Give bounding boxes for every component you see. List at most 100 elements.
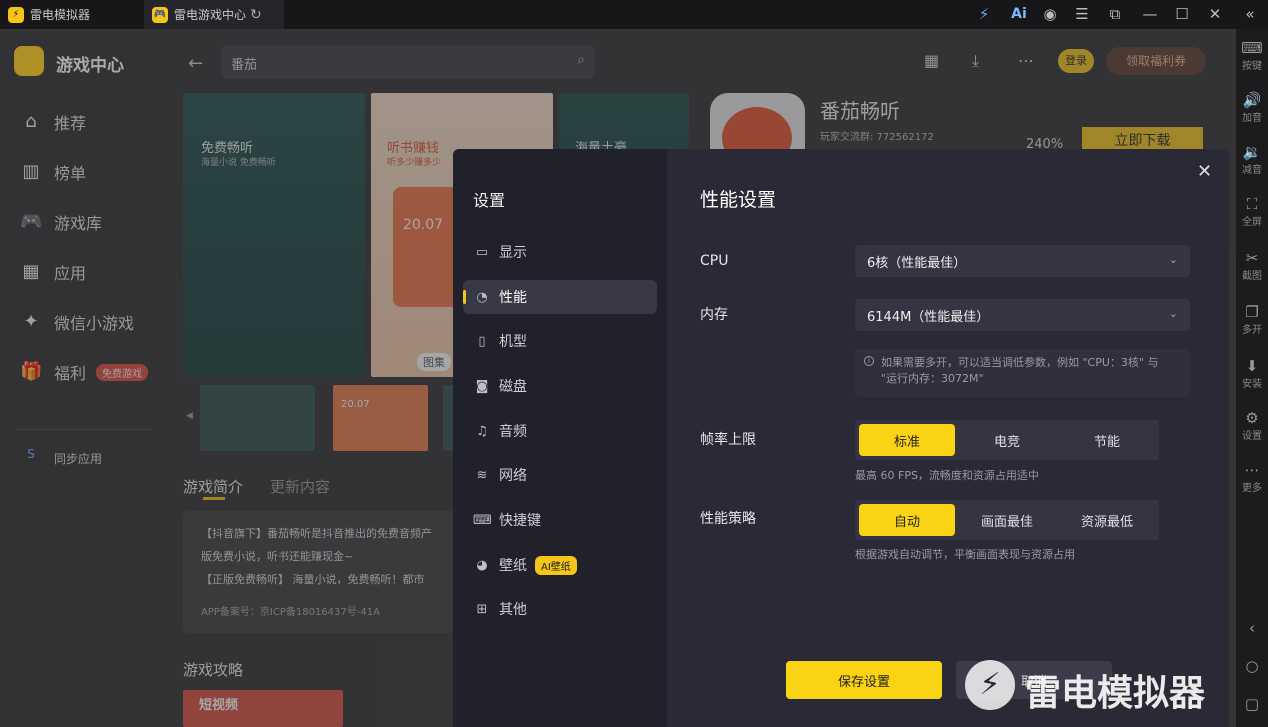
save-settings-button[interactable]: 保存设置 [786, 661, 942, 699]
ranking-icon: ▥ [22, 161, 40, 182]
sync-apps-link[interactable]: S 同步应用 [20, 447, 102, 469]
monitor-icon: ▭ [475, 244, 489, 260]
thumbnail-1[interactable] [200, 385, 315, 451]
settings-menu-shortcuts[interactable]: ⌨ 快捷键 [463, 503, 657, 537]
minimize-icon[interactable]: — [1140, 4, 1160, 24]
settings-menu-wallpaper[interactable]: ◕ 壁纸 AI壁纸 [463, 548, 657, 582]
settings-menu-display[interactable]: ▭ 显示 [463, 235, 657, 269]
toolbar-settings-button[interactable]: ⚙ 设置 [1236, 409, 1268, 442]
settings-title: 设置 [473, 191, 506, 210]
tab-game-center[interactable]: 🎮 雷电游戏中心 ↻ [144, 0, 284, 29]
strategy-video-card[interactable]: 短视频 [183, 690, 343, 727]
nav-item-recommend[interactable]: ⌂ 推荐 [20, 110, 86, 134]
download-icon[interactable]: ⤓ [972, 51, 979, 71]
calendar-icon[interactable]: ▦ [924, 51, 939, 70]
strategy-segmented-control: 自动 画面最佳 资源最低 [855, 500, 1159, 540]
disk-icon: ◙ [475, 378, 489, 394]
back-arrow-icon[interactable]: ← [188, 53, 203, 74]
strategy-label: 性能策略 [700, 511, 756, 527]
settings-menu-other[interactable]: ⊞ 其他 [463, 592, 657, 626]
strategy-option-auto[interactable]: 自动 [859, 504, 955, 536]
game-center-logo-icon: 🎮 [152, 6, 168, 23]
palette-icon: ◕ [476, 557, 488, 573]
strategy-option-best-graphics[interactable]: 画面最佳 [959, 504, 1055, 536]
emulator-toolbar: ⌨ 按键 🔊 加音 🔉 减音 ⛶ 全屏 ✂ 截图 ❐ 多开 ⬇ 安装 ⚙ 设置 ⋯ 更多 ‹ ○ … [1236, 29, 1268, 727]
tab-label: 雷电模拟器 [30, 8, 91, 22]
thumbnail-2[interactable]: 20.07 [333, 385, 428, 451]
hot-badge: 免费游戏 [96, 363, 149, 381]
close-window-icon[interactable]: ✕ [1205, 4, 1225, 24]
gift-icon: 🎁 [20, 361, 43, 382]
volume-down-icon: 🔉 [1242, 143, 1262, 161]
window-titlebar: ⚡ 雷电模拟器 🎮 雷电游戏中心 ↻ ⚡ Ai ◉ ☰ ⧉ — ☐ ✕ « [0, 0, 1268, 29]
settings-sidebar: 设置 ▭ 显示 ◔ 性能 ▯ 机型 ◙ 磁盘 ♫ 音频 ≋ 网络 ⌨ 快捷键 ◕ 壁纸 AI壁纸 … [453, 149, 667, 727]
nav-item-game-library[interactable]: 🎮 游戏库 [20, 210, 102, 234]
login-button[interactable]: 登录 [1058, 49, 1094, 73]
settings-dialog: 设置 ▭ 显示 ◔ 性能 ▯ 机型 ◙ 磁盘 ♫ 音频 ≋ 网络 ⌨ 快捷键 ◕ 壁纸 AI壁纸 … [453, 149, 1229, 727]
player-group: 玩家交流群: 772562172 [820, 132, 934, 143]
menu-icon[interactable]: ☰ [1072, 4, 1092, 24]
ai-icon[interactable]: Ai [1006, 4, 1032, 24]
download-button[interactable]: 立即下载 [1082, 127, 1203, 151]
nav-item-apps[interactable]: ▦ 应用 [20, 260, 86, 284]
tab-label: 雷电游戏中心 [174, 8, 247, 22]
settings-menu-network[interactable]: ≋ 网络 [463, 458, 657, 492]
multi-window-icon: ❐ [1245, 303, 1259, 321]
nav-item-ranking[interactable]: ▥ 榜单 [20, 160, 86, 184]
fps-option-standard[interactable]: 标准 [859, 424, 955, 456]
fullscreen-icon: ⛶ [1246, 195, 1258, 213]
toolbar-keymap-button[interactable]: ⌨ 按键 [1236, 39, 1268, 72]
info-icon: i [864, 356, 874, 366]
screenshot-card-1[interactable]: 免费畅听 海量小说 免费畅听 [183, 93, 365, 377]
settings-menu-disk[interactable]: ◙ 磁盘 [463, 369, 657, 403]
refresh-icon[interactable]: ↻ [250, 7, 262, 23]
toolbar-install-button[interactable]: ⬇ 安装 [1236, 357, 1268, 390]
tab-updates[interactable]: 更新内容 [270, 476, 330, 497]
restore-icon[interactable]: ⧉ [1105, 4, 1125, 24]
apps-grid-icon: ▦ [22, 261, 40, 282]
welfare-coupon-button[interactable]: 领取福利券 [1106, 47, 1206, 75]
back-icon[interactable]: ‹ [1236, 619, 1268, 637]
gallery-label[interactable]: 图集 [417, 353, 451, 371]
fps-option-esports[interactable]: 电竞 [959, 424, 1055, 456]
more-options-icon[interactable]: ⋯ [1018, 51, 1034, 70]
gear-icon: ⚙ [1245, 409, 1259, 427]
scissors-icon: ✂ [1245, 249, 1259, 267]
recent-apps-icon[interactable]: ▢ [1236, 695, 1268, 713]
toolbar-screenshot-button[interactable]: ✂ 截图 [1236, 249, 1268, 282]
search-input[interactable]: 番茄 ⌕ [221, 45, 595, 79]
tab-intro[interactable]: 游戏简介 [183, 476, 243, 497]
toolbar-multi-instance-button[interactable]: ❐ 多开 [1236, 303, 1268, 336]
thumbs-prev-icon[interactable]: ◀ [186, 411, 193, 421]
toolbar-volume-down-button[interactable]: 🔉 减音 [1236, 143, 1268, 176]
settings-menu-performance[interactable]: ◔ 性能 [463, 280, 657, 314]
home-icon[interactable]: ○ [1236, 657, 1268, 675]
watermark-logo-icon: ⚡ [965, 660, 1015, 710]
cpu-select[interactable]: 6核（性能最佳） ⌄ [855, 245, 1190, 277]
maximize-icon[interactable]: ☐ [1172, 4, 1192, 24]
tab-indicator [203, 497, 225, 500]
toolbar-volume-up-button[interactable]: 🔊 加音 [1236, 91, 1268, 124]
tab-emulator[interactable]: ⚡ 雷电模拟器 [0, 0, 140, 29]
fps-option-power-saving[interactable]: 节能 [1059, 424, 1155, 456]
user-icon[interactable]: ◉ [1040, 4, 1060, 24]
boost-icon[interactable]: ⚡ [974, 4, 994, 24]
close-icon[interactable]: ✕ [1197, 161, 1212, 182]
settings-menu-audio[interactable]: ♫ 音频 [463, 414, 657, 448]
strategy-option-lowest-resource[interactable]: 资源最低 [1059, 504, 1155, 536]
toolbar-fullscreen-button[interactable]: ⛶ 全屏 [1236, 195, 1268, 228]
description-box: 【抖音旗下】番茄畅听是抖音推出的免费音频产 版免费小说，听书还能赚现金~ 【正版… [183, 511, 483, 633]
sync-icon: S [27, 447, 35, 461]
strategy-description: 根据游戏自动调节，平衡画面表现与资源占用 [855, 548, 1075, 561]
collapse-sidebar-icon[interactable]: « [1240, 4, 1260, 24]
toolbar-more-button[interactable]: ⋯ 更多 [1236, 461, 1268, 494]
game-center-logo-icon [14, 46, 44, 76]
chevron-down-icon: ⌄ [1168, 307, 1178, 320]
memory-select[interactable]: 6144M（性能最佳） ⌄ [855, 299, 1190, 331]
nav-item-wechat-games[interactable]: ✦ 微信小游戏 [20, 310, 134, 334]
search-icon[interactable]: ⌕ [577, 52, 585, 68]
nav-item-welfare[interactable]: 🎁 福利 免费游戏 [20, 360, 149, 384]
settings-menu-model[interactable]: ▯ 机型 [463, 324, 657, 358]
strategy-heading: 游戏攻略 [183, 661, 244, 679]
ai-wallpaper-badge: AI壁纸 [535, 555, 577, 575]
